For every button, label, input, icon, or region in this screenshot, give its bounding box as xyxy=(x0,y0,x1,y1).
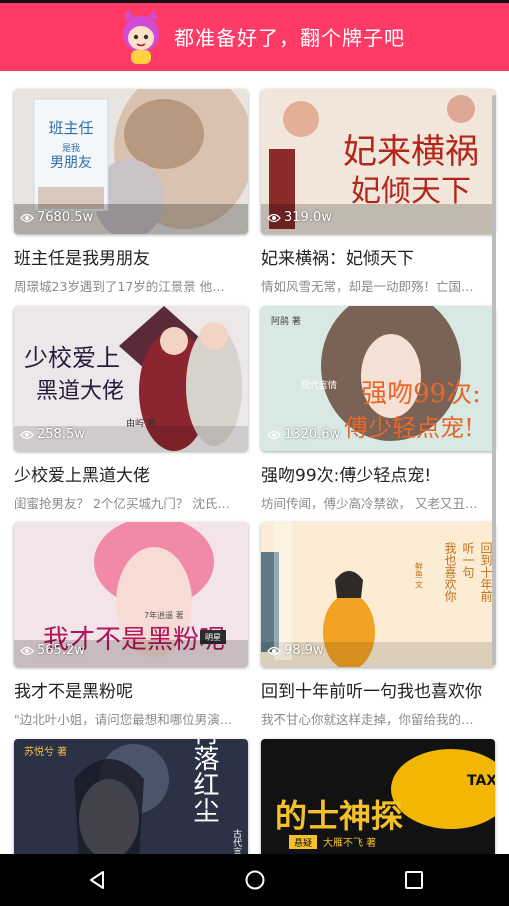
cover-author: 大雁不飞 著 xyxy=(323,836,376,849)
book-cover[interactable]: 妃来横祸 妃倾天下 319.0w xyxy=(261,89,495,234)
book-card[interactable]: 妃来横祸 妃倾天下 319.0w 妃来横祸：妃倾天下 情如风雪无常，却是一动即殇… xyxy=(261,89,495,295)
cover-title: 男朋友 xyxy=(50,155,92,171)
cover-genre: 古代言情 xyxy=(231,828,242,854)
cover-title: 是我 xyxy=(62,143,80,154)
view-count: 1320.6w xyxy=(267,427,340,442)
eye-icon xyxy=(20,213,34,222)
book-desc: 闺蜜抢男友？ 2个亿买城九门？ 沈氏集... xyxy=(14,496,234,511)
book-desc: 坊间传闻，傅少高冷禁欲， 又老又丑，... xyxy=(261,496,481,511)
cover-title: 的士神探 xyxy=(275,797,403,835)
cover-title: 班主任 xyxy=(48,119,93,137)
header-banner: 都准备好了，翻个牌子吧 xyxy=(0,3,509,71)
book-card[interactable]: 回到十年前 听一句 我也喜欢你 鲜鱼 文 98.9w 回到十年前听一句我也喜欢你… xyxy=(261,522,495,728)
header-title: 都准备好了，翻个牌子吧 xyxy=(174,26,405,50)
book-cover[interactable]: 回到十年前 听一句 我也喜欢你 鲜鱼 文 98.9w xyxy=(261,522,495,667)
book-cover[interactable]: 7年逍遥 著 我才不是黑粉呢 明星 565.2w xyxy=(14,522,248,667)
cover-author: 苏悦兮 著 xyxy=(24,745,67,758)
cover-genre: 现代言情 xyxy=(301,379,337,391)
back-icon[interactable] xyxy=(86,868,110,892)
cover-genre: 悬疑 xyxy=(294,838,312,849)
book-title[interactable]: 妃来横祸：妃倾天下 xyxy=(261,244,495,269)
book-card[interactable]: 7年逍遥 著 我才不是黑粉呢 明星 565.2w 我才不是黑粉呢 "边北叶小姐，… xyxy=(14,522,248,728)
view-count-text: 565.2w xyxy=(37,643,85,658)
book-cover[interactable]: TAXI 的士神探 悬疑 大雁不飞 著 xyxy=(261,739,495,854)
cover-author: 阿鹃 著 xyxy=(271,315,301,327)
book-cover[interactable]: 班主任 是我 男朋友 7680.5w xyxy=(14,89,248,234)
book-card[interactable]: 苏悦兮 著 再落红尘 古代言情 xyxy=(14,739,248,854)
cover-author: 鲜鱼 文 xyxy=(415,561,424,590)
cover-title: 少校爱上 xyxy=(24,344,120,372)
cover-title: 黑道大佬 xyxy=(36,379,124,404)
home-icon[interactable] xyxy=(243,868,267,892)
scrollbar[interactable] xyxy=(492,95,496,665)
view-count: 7680.5w xyxy=(20,210,93,225)
eye-icon xyxy=(20,430,34,439)
cover-title: 傅少轻点宠! xyxy=(344,414,474,442)
book-desc: 我不甘心你就这样走掉，你留给我的那... xyxy=(261,712,481,727)
book-cover[interactable]: 苏悦兮 著 再落红尘 古代言情 xyxy=(14,739,248,854)
cover-title: 回到十年前 xyxy=(479,542,493,602)
eye-icon xyxy=(20,646,34,655)
recents-icon[interactable] xyxy=(402,868,426,892)
book-title[interactable]: 我才不是黑粉呢 xyxy=(14,677,248,702)
book-card[interactable]: TAXI 的士神探 悬疑 大雁不飞 著 xyxy=(261,739,495,854)
book-title[interactable]: 班主任是我男朋友 xyxy=(14,244,248,269)
book-desc: 情如风雪无常，却是一动即殇！亡国公... xyxy=(261,279,481,294)
cover-art: TAXI 的士神探 悬疑 大雁不飞 著 xyxy=(261,739,495,854)
book-cover[interactable]: 阿鹃 著 现代言情 强吻99次: 傅少轻点宠! 1320.6w xyxy=(261,306,495,451)
cover-title: 听一句 xyxy=(461,542,475,578)
book-card[interactable]: 少校爱上 黑道大佬 由屿 著 258.5w 少校爱上黑道大佬 闺蜜抢男友？ 2个… xyxy=(14,306,248,512)
cover-art: 苏悦兮 著 再落红尘 古代言情 xyxy=(14,739,248,854)
book-title[interactable]: 少校爱上黑道大佬 xyxy=(14,461,248,486)
cover-brand: TAXI xyxy=(467,773,495,789)
cover-author: 7年逍遥 著 xyxy=(144,610,184,620)
view-count-text: 258.5w xyxy=(37,427,85,442)
scroll-indicator xyxy=(274,515,292,660)
view-count: 319.0w xyxy=(267,210,332,225)
view-count: 565.2w xyxy=(20,643,85,658)
mascot-icon xyxy=(123,10,159,64)
cover-title: 我也喜欢你 xyxy=(443,542,457,602)
book-desc: 周璟城23岁遇到了17岁的江景景 他恰好... xyxy=(14,279,234,294)
eye-icon xyxy=(267,213,281,222)
view-count: 258.5w xyxy=(20,427,85,442)
book-card[interactable]: 阿鹃 著 现代言情 强吻99次: 傅少轻点宠! 1320.6w 强吻99次:傅少… xyxy=(261,306,495,512)
system-navbar xyxy=(0,854,509,906)
cover-title: 强吻99次: xyxy=(361,379,481,409)
book-card[interactable]: 班主任 是我 男朋友 7680.5w 班主任是我男朋友 周璟城23岁遇到了17岁… xyxy=(14,89,248,295)
cover-title: 妃来横祸 xyxy=(343,132,479,172)
view-count-text: 1320.6w xyxy=(284,427,341,442)
view-count-text: 319.0w xyxy=(284,210,332,225)
book-grid[interactable]: 班主任 是我 男朋友 7680.5w 班主任是我男朋友 周璟城23岁遇到了17岁… xyxy=(0,71,509,854)
cover-title: 妃倾天下 xyxy=(351,174,471,209)
book-title[interactable]: 强吻99次:傅少轻点宠! xyxy=(261,461,495,486)
cover-title: 再落红尘 xyxy=(189,739,219,823)
book-cover[interactable]: 少校爱上 黑道大佬 由屿 著 258.5w xyxy=(14,306,248,451)
eye-icon xyxy=(267,430,281,439)
book-desc: "边北叶小姐，请问您最想和哪位男演员... xyxy=(14,712,234,727)
view-count-text: 7680.5w xyxy=(37,210,94,225)
book-title[interactable]: 回到十年前听一句我也喜欢你 xyxy=(261,677,495,702)
